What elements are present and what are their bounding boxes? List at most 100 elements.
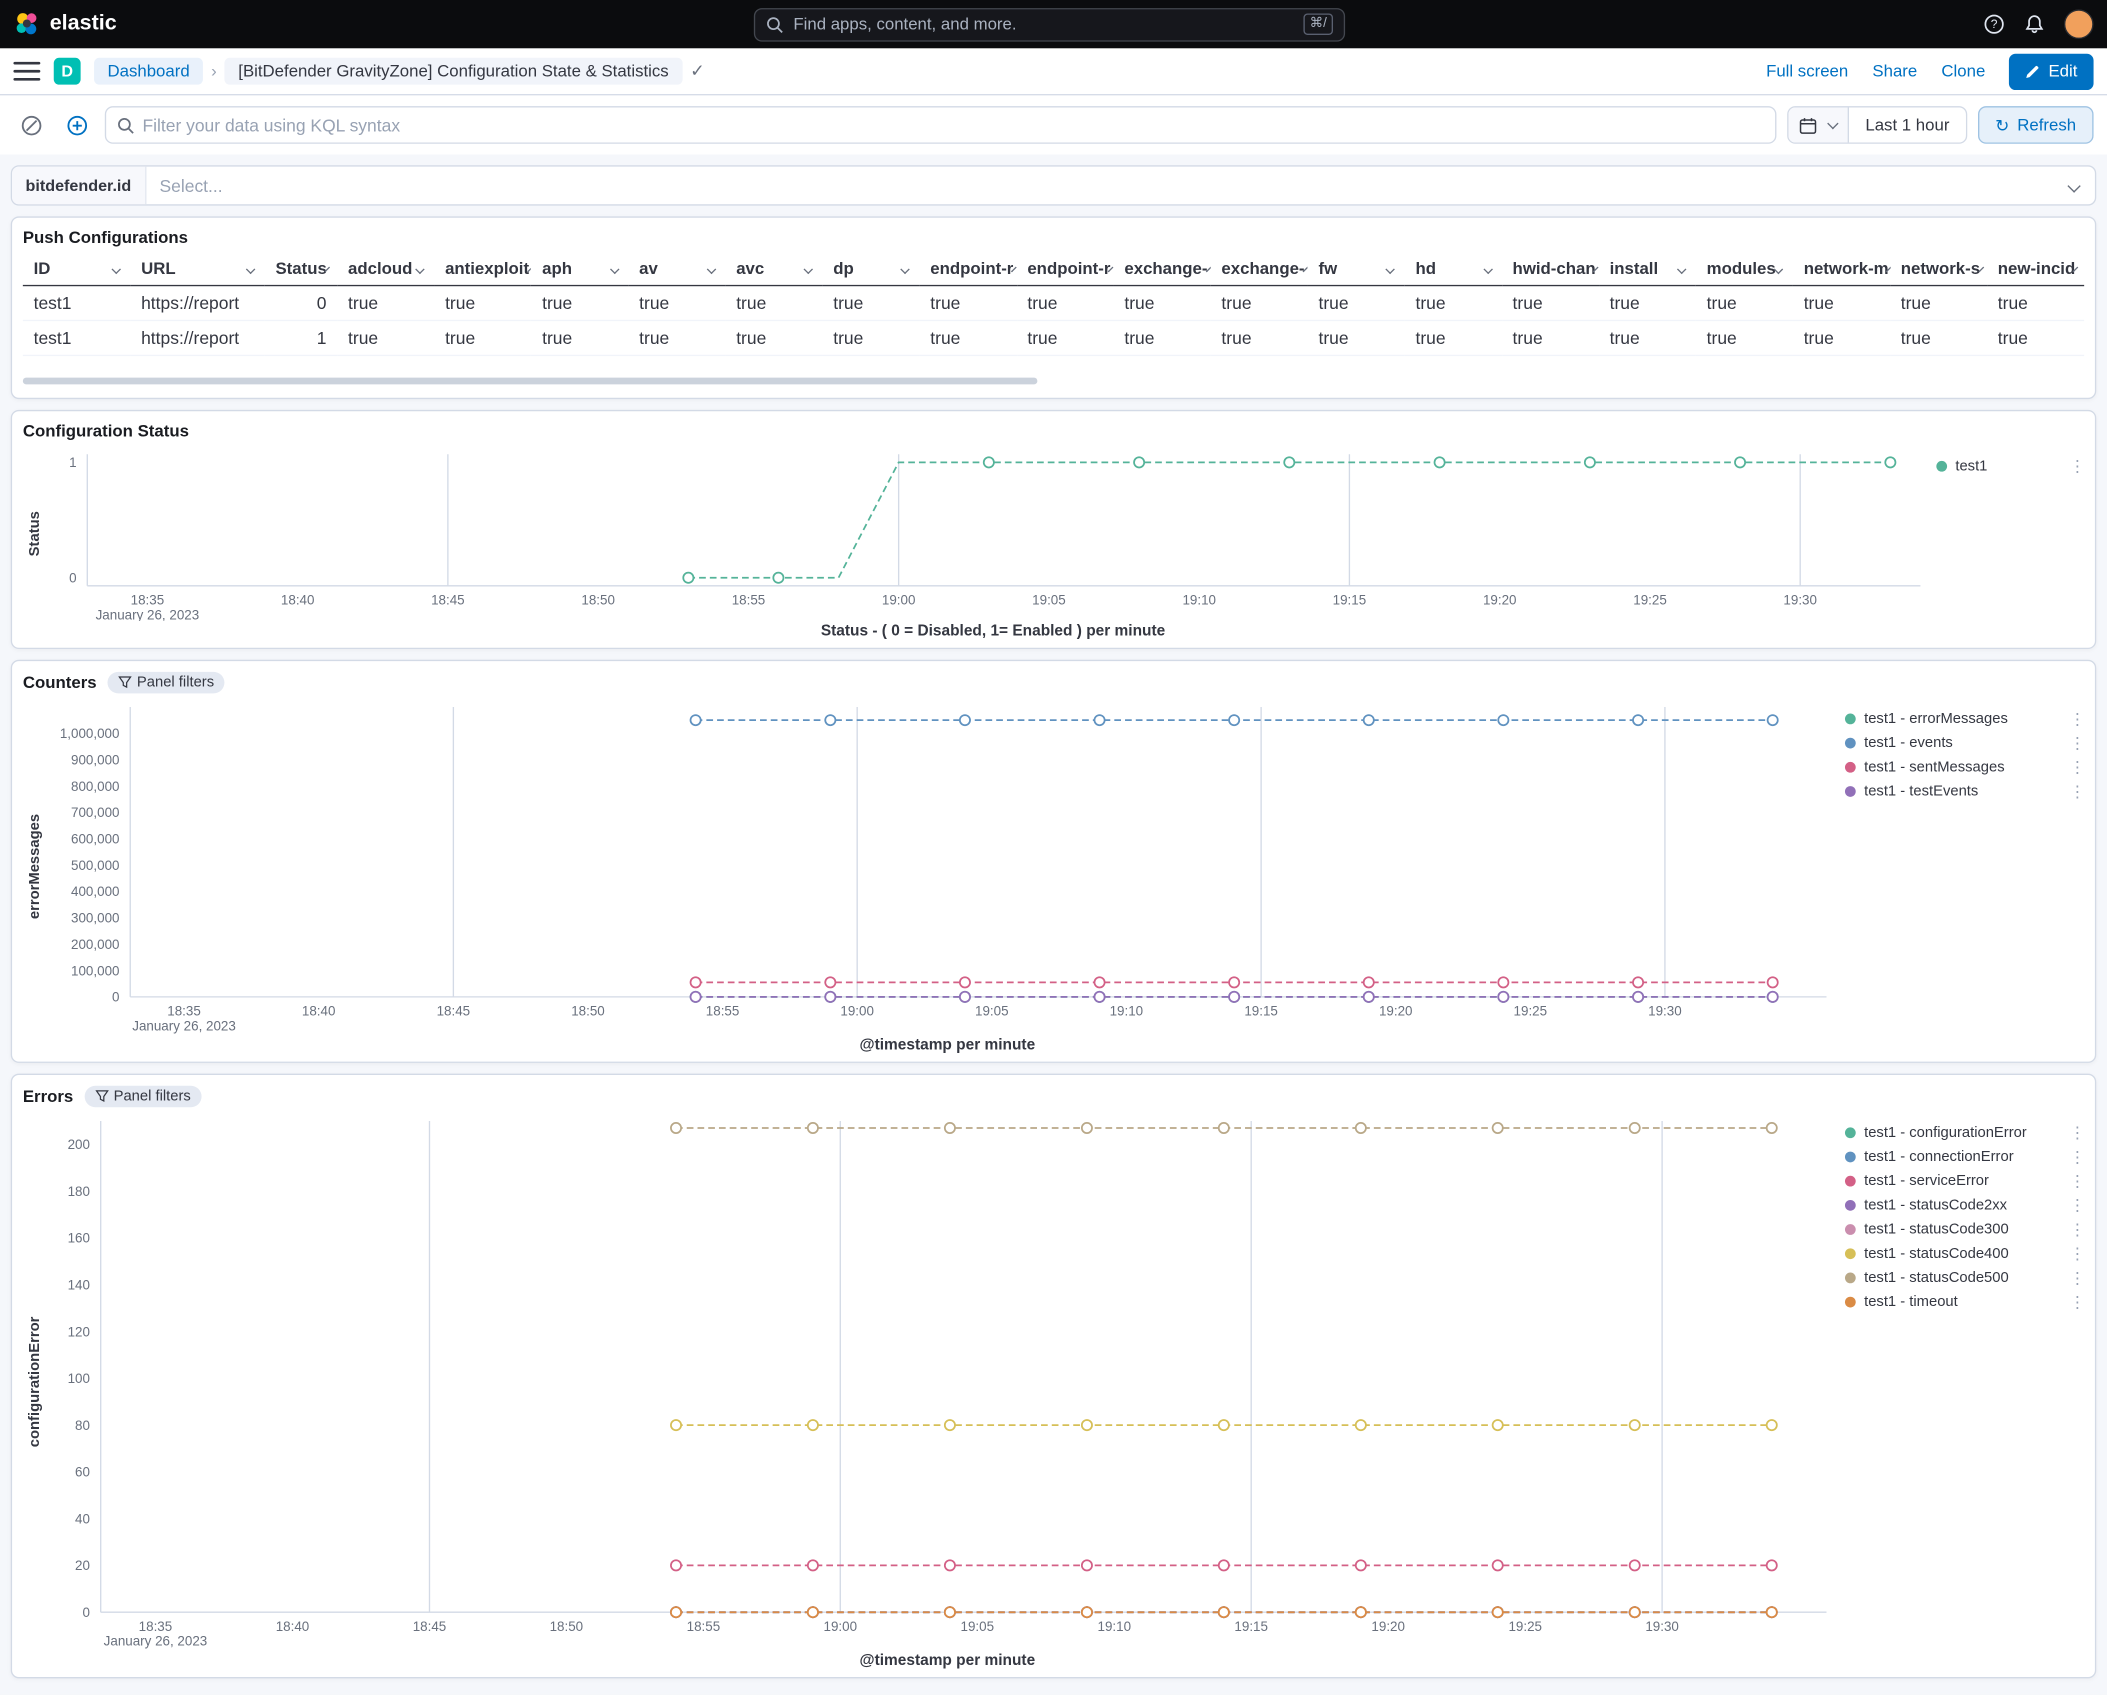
sort-chevron-down-icon[interactable]: [1385, 263, 1396, 274]
legend-item-actions-icon[interactable]: ⋮: [2069, 734, 2085, 753]
legend-item[interactable]: test1 - statusCode2xx ⋮: [1845, 1196, 2086, 1215]
table-header-aph[interactable]: aph: [531, 252, 629, 287]
legend-item[interactable]: test1 - events ⋮: [1845, 734, 2086, 753]
errors-chart[interactable]: 0 20 40 60 80 100 120 140 160 180 200 18:35January …: [47, 1113, 1845, 1651]
legend-item[interactable]: test1 - timeout ⋮: [1845, 1293, 2086, 1312]
user-avatar[interactable]: [2064, 9, 2094, 39]
legend-item[interactable]: test1 - testEvents ⋮: [1845, 782, 2086, 801]
date-picker-calendar[interactable]: [1788, 107, 1850, 143]
panel-filters-badge[interactable]: Panel filters: [107, 671, 225, 694]
legend-item-actions-icon[interactable]: ⋮: [2069, 1196, 2085, 1215]
svg-text:19:20: 19:20: [1371, 1619, 1405, 1634]
sort-chevron-down-icon[interactable]: [706, 263, 717, 274]
kql-filter-input[interactable]: [142, 114, 1765, 136]
legend-item-actions-icon[interactable]: ⋮: [2069, 1220, 2085, 1239]
panel-filters-badge[interactable]: Panel filters: [84, 1085, 202, 1108]
table-header-endpoint-r[interactable]: endpoint-r: [1016, 252, 1114, 287]
legend-item[interactable]: test1 - statusCode300 ⋮: [1845, 1220, 2086, 1239]
table-header-id[interactable]: ID: [22, 252, 131, 287]
table-header-network-s[interactable]: network-s: [1889, 252, 1988, 287]
alerts-bell-icon[interactable]: [2024, 13, 2046, 35]
legend-item-actions-icon[interactable]: ⋮: [2069, 1172, 2085, 1191]
svg-text:19:25: 19:25: [1514, 1004, 1548, 1019]
saved-queries-icon[interactable]: [13, 108, 48, 143]
legend-item[interactable]: test1 - connectionError ⋮: [1845, 1148, 2086, 1167]
table-header-install[interactable]: install: [1598, 252, 1696, 287]
legend-item-actions-icon[interactable]: ⋮: [2069, 782, 2085, 801]
breadcrumb-dashboard[interactable]: Dashboard: [94, 57, 204, 85]
menu-hamburger-icon[interactable]: [13, 61, 41, 81]
table-header-fw[interactable]: fw: [1307, 252, 1405, 287]
sort-chevron-down-icon[interactable]: [1482, 263, 1493, 274]
legend-item-actions-icon[interactable]: ⋮: [2069, 1123, 2085, 1142]
controls-chevron-down-icon[interactable]: [2067, 178, 2081, 193]
legend-item[interactable]: test1 - statusCode500 ⋮: [1845, 1269, 2086, 1288]
legend-item-actions-icon[interactable]: ⋮: [2069, 1293, 2085, 1312]
table-header-network-m[interactable]: network-m: [1792, 252, 1890, 287]
legend-item[interactable]: test1 - configurationError ⋮: [1845, 1123, 2086, 1142]
legend-item[interactable]: test1 - sentMessages ⋮: [1845, 758, 2086, 777]
sort-chevron-down-icon[interactable]: [1677, 263, 1687, 274]
legend-item[interactable]: test1 ⋮: [1936, 457, 2086, 476]
table-header-new-incid[interactable]: new-incid: [1987, 252, 2085, 287]
sort-chevron-down-icon[interactable]: [415, 263, 425, 274]
sort-chevron-down-icon[interactable]: [609, 263, 620, 274]
table-header-status[interactable]: Status: [264, 252, 338, 287]
clone-button[interactable]: Clone: [1941, 62, 1985, 81]
table-head: ID URL Status adcloud antiexploit aph av avc dp e…: [22, 252, 2085, 287]
legend-item-actions-icon[interactable]: ⋮: [2069, 710, 2085, 729]
svg-text:160: 160: [68, 1231, 90, 1246]
table-header-exchange-[interactable]: exchange-: [1210, 252, 1308, 287]
table-header-avc[interactable]: avc: [725, 252, 823, 287]
svg-text:19:25: 19:25: [1508, 1619, 1542, 1634]
legend-item[interactable]: test1 - statusCode400 ⋮: [1845, 1244, 2086, 1263]
full-screen-button[interactable]: Full screen: [1766, 62, 1848, 81]
help-icon[interactable]: ?: [1983, 13, 2005, 35]
panel-title: Push Configurations: [22, 228, 189, 248]
sort-chevron-down-icon[interactable]: [245, 263, 256, 274]
table-horizontal-scrollbar[interactable]: [22, 377, 1038, 385]
legend-item-actions-icon[interactable]: ⋮: [2069, 758, 2085, 777]
elastic-logo[interactable]: elastic: [13, 11, 117, 38]
table-header-url[interactable]: URL: [130, 252, 265, 287]
table-header-dp[interactable]: dp: [822, 252, 920, 287]
sort-chevron-down-icon[interactable]: [111, 263, 121, 274]
legend-item-actions-icon[interactable]: ⋮: [2069, 1148, 2085, 1167]
sort-chevron-down-icon[interactable]: [900, 263, 911, 274]
column-label: av: [639, 259, 658, 279]
table-header-av[interactable]: av: [628, 252, 726, 287]
saved-check-icon[interactable]: ✓: [690, 60, 705, 82]
table-header-hd[interactable]: hd: [1404, 252, 1502, 287]
table-header-modules[interactable]: modules: [1695, 252, 1793, 287]
edit-button[interactable]: Edit: [2009, 53, 2094, 90]
time-range-value[interactable]: Last 1 hour: [1849, 115, 1966, 135]
legend-item[interactable]: test1 - errorMessages ⋮: [1845, 710, 2086, 729]
configuration-status-chart[interactable]: 0 1 18:35January 26, 2023 18:40 18:45 18:50 18…: [47, 446, 1937, 621]
share-button[interactable]: Share: [1872, 62, 1917, 81]
table-header-endpoint-r[interactable]: endpoint-r: [919, 252, 1017, 287]
table-cell: true: [348, 327, 379, 349]
svg-text:19:05: 19:05: [975, 1004, 1009, 1019]
table-header-antiexploit[interactable]: antiexploit: [434, 252, 532, 287]
table-cell: true: [1900, 327, 1931, 349]
table-row[interactable]: test1 https://report 1 true true true true true…: [22, 320, 2085, 356]
table-header-hwid-chan[interactable]: hwid-chan: [1501, 252, 1599, 287]
legend-item-actions-icon[interactable]: ⋮: [2069, 457, 2085, 476]
table-header-exchange-[interactable]: exchange-: [1113, 252, 1211, 287]
svg-text:19:30: 19:30: [1645, 1619, 1679, 1634]
table-row[interactable]: test1 https://report 0 true true true true true…: [22, 286, 2085, 321]
table-header-adcloud[interactable]: adcloud: [337, 252, 435, 287]
legend-item[interactable]: test1 - serviceError ⋮: [1845, 1172, 2086, 1191]
sort-chevron-down-icon[interactable]: [803, 263, 814, 274]
global-search-input[interactable]: [793, 14, 1294, 34]
counters-chart[interactable]: 0 100,000 200,000 300,000 400,000 500,000 600,…: [47, 699, 1845, 1035]
legend-item-actions-icon[interactable]: ⋮: [2069, 1244, 2085, 1263]
legend-dot: [1845, 713, 1857, 725]
add-filter-icon[interactable]: [59, 108, 94, 143]
global-search[interactable]: ⌘/: [754, 7, 1346, 41]
svg-text:19:00: 19:00: [840, 1004, 874, 1019]
refresh-button[interactable]: ↻ Refresh: [1977, 106, 2094, 144]
space-badge[interactable]: D: [53, 57, 81, 85]
bitdefender-id-select[interactable]: Select...: [146, 175, 2064, 195]
legend-item-actions-icon[interactable]: ⋮: [2069, 1269, 2085, 1288]
